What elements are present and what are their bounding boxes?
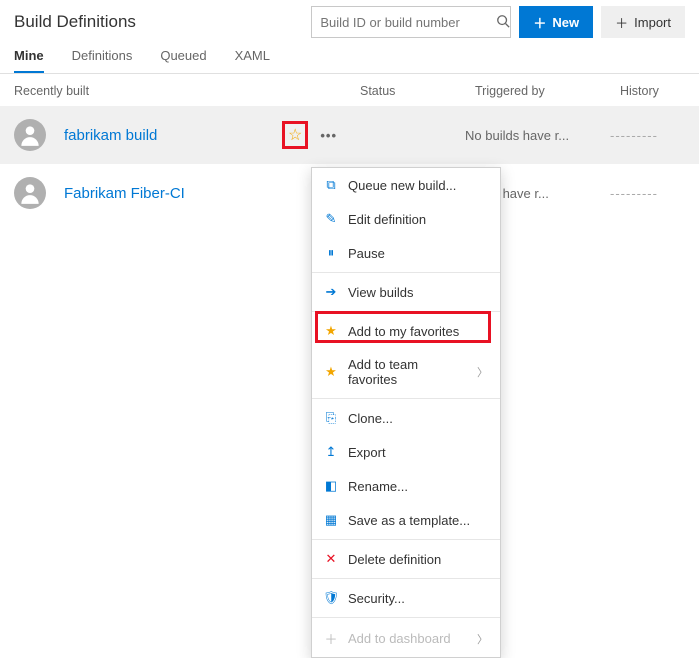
import-button-label: Import	[634, 15, 671, 30]
menu-label: Delete definition	[348, 552, 441, 567]
menu-add-team-favorites[interactable]: ★ Add to team favorites 〉	[312, 348, 500, 396]
tabs: Mine Definitions Queued XAML	[0, 38, 699, 74]
search-input[interactable]	[320, 15, 496, 30]
context-menu: ⧉ Queue new build... ✎ Edit definition ⏸…	[311, 167, 501, 658]
menu-pause[interactable]: ⏸ Pause	[312, 236, 500, 270]
copy-icon: ⎘	[324, 410, 338, 426]
menu-edit[interactable]: ✎ Edit definition	[312, 202, 500, 236]
pause-icon: ⏸	[324, 245, 338, 261]
search-icon[interactable]	[496, 14, 510, 31]
menu-label: Queue new build...	[348, 178, 456, 193]
export-icon: ↥	[324, 444, 338, 460]
tab-mine[interactable]: Mine	[14, 48, 44, 73]
menu-label: Add to my favorites	[348, 324, 459, 339]
favorite-highlight: ☆	[282, 121, 308, 149]
chevron-right-icon: 〉	[477, 364, 488, 380]
menu-save-template[interactable]: ▦ Save as a template...	[312, 503, 500, 537]
star-icon: ★	[324, 364, 338, 380]
pencil-icon: ✎	[324, 211, 338, 227]
menu-label: Pause	[348, 246, 385, 261]
plus-icon: ＋	[615, 13, 628, 32]
menu-separator	[312, 272, 500, 273]
star-icon: ★	[324, 323, 338, 339]
shield-icon: 🛡	[324, 590, 338, 606]
delete-icon: ✕	[324, 551, 338, 567]
menu-view-builds[interactable]: ➔ View builds	[312, 275, 500, 309]
menu-rename[interactable]: ◧ Rename...	[312, 469, 500, 503]
menu-clone[interactable]: ⎘ Clone...	[312, 401, 500, 435]
new-button[interactable]: ＋ New	[519, 6, 593, 38]
triggered-cell: No builds have r...	[465, 128, 610, 143]
menu-label: Clone...	[348, 411, 393, 426]
more-icon[interactable]: •••	[320, 128, 337, 143]
tab-definitions[interactable]: Definitions	[72, 48, 133, 73]
menu-queue-build[interactable]: ⧉ Queue new build...	[312, 168, 500, 202]
menu-export[interactable]: ↥ Export	[312, 435, 500, 469]
avatar	[14, 177, 46, 209]
avatar	[14, 119, 46, 151]
menu-label: Security...	[348, 591, 405, 606]
menu-delete[interactable]: ✕ Delete definition	[312, 542, 500, 576]
menu-label: Edit definition	[348, 212, 426, 227]
rename-icon: ◧	[324, 478, 338, 494]
column-headers: Recently built Status Triggered by Histo…	[0, 74, 699, 106]
menu-separator	[312, 539, 500, 540]
queue-icon: ⧉	[324, 177, 338, 193]
menu-label: View builds	[348, 285, 414, 300]
build-link[interactable]: Fabrikam Fiber-CI	[64, 185, 282, 202]
history-cell: ---------	[610, 186, 690, 201]
col-triggered-by: Triggered by	[475, 84, 620, 98]
col-history: History	[620, 84, 699, 98]
col-recent: Recently built	[14, 84, 360, 98]
plus-icon: ＋	[533, 13, 546, 32]
tab-queued[interactable]: Queued	[160, 48, 206, 73]
chevron-right-icon: 〉	[477, 631, 488, 647]
menu-label: Save as a template...	[348, 513, 470, 528]
menu-add-my-favorites[interactable]: ★ Add to my favorites	[312, 314, 500, 348]
menu-separator	[312, 617, 500, 618]
menu-label: Rename...	[348, 479, 408, 494]
menu-separator	[312, 578, 500, 579]
build-link[interactable]: fabrikam build	[64, 127, 282, 144]
table-row[interactable]: fabrikam build ☆ ••• No builds have r...…	[0, 106, 699, 164]
plus-icon: ＋	[324, 629, 338, 648]
menu-label: Export	[348, 445, 386, 460]
menu-label: Add to dashboard	[348, 631, 451, 646]
template-icon: ▦	[324, 512, 338, 528]
tab-xaml[interactable]: XAML	[235, 48, 270, 73]
arrow-right-icon: ➔	[324, 284, 338, 300]
col-status: Status	[360, 84, 475, 98]
history-cell: ---------	[610, 128, 690, 143]
page-title: Build Definitions	[14, 12, 303, 32]
import-button[interactable]: ＋ Import	[601, 6, 685, 38]
new-button-label: New	[552, 15, 579, 30]
menu-separator	[312, 398, 500, 399]
search-box[interactable]	[311, 6, 511, 38]
menu-separator	[312, 311, 500, 312]
menu-label: Add to team favorites	[348, 357, 467, 387]
menu-security[interactable]: 🛡 Security...	[312, 581, 500, 615]
menu-add-dashboard: ＋ Add to dashboard 〉	[312, 620, 500, 657]
star-outline-icon[interactable]: ☆	[288, 125, 302, 145]
